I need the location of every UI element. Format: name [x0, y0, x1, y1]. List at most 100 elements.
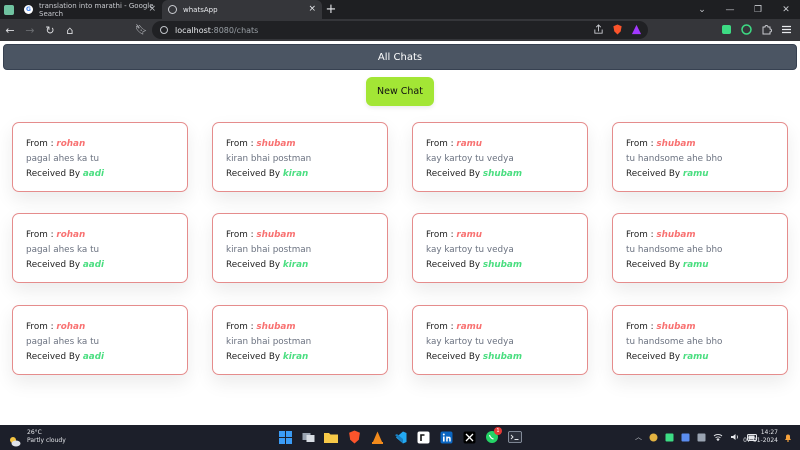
puzzle-icon[interactable] [761, 24, 772, 35]
weather-temperature: 26°C [27, 429, 42, 436]
minimize-icon[interactable]: — [716, 0, 744, 19]
windows-start-button[interactable] [277, 429, 293, 445]
chat-message: kiran bhai postman [226, 336, 312, 347]
volume-icon[interactable] [730, 433, 740, 441]
back-button[interactable]: ← [0, 19, 20, 41]
forward-button[interactable]: → [20, 19, 40, 41]
system-tray: ︿ [635, 432, 758, 442]
chevron-up-icon[interactable]: ︿ [635, 432, 642, 442]
all-chats-header: All Chats [3, 44, 797, 70]
sender-name: rohan [56, 321, 86, 332]
taskbar-whatsapp[interactable]: 1 [484, 427, 502, 445]
reload-button[interactable]: ↻ [40, 19, 60, 41]
extension-1-icon[interactable] [721, 24, 732, 35]
chat-card[interactable]: From : ramu kay kartoy tu vedya Received B… [412, 122, 588, 192]
terminal-icon [508, 431, 522, 443]
maximize-icon[interactable]: ❐ [744, 0, 772, 19]
sender-name: rohan [56, 139, 86, 149]
brave-rewards-icon[interactable] [631, 24, 642, 35]
arrow-left-icon: ← [5, 23, 15, 37]
tab-whatsapp[interactable]: whatsApp × [162, 0, 322, 19]
wifi-icon[interactable] [713, 433, 723, 441]
bookmark-button[interactable]: 🔖︎ [132, 25, 150, 36]
url-path: :8080/chats [210, 25, 259, 35]
clock-time: 14:27 [760, 429, 778, 436]
receiver-name: shubam [482, 351, 523, 362]
from-label: From : [626, 139, 657, 149]
chat-message: tu handsome ahe bho [626, 336, 723, 347]
tray-app-3-icon[interactable] [681, 433, 690, 442]
received-by-label: Received By [626, 351, 683, 362]
site-info-icon[interactable] [160, 26, 168, 34]
tab-google-search[interactable]: G translation into marathi - Google Sear… [18, 0, 162, 19]
receiver-name: ramu [682, 169, 709, 179]
home-button[interactable]: ⌂ [60, 19, 80, 41]
home-icon: ⌂ [66, 23, 74, 37]
taskbar-vscode[interactable] [392, 429, 408, 445]
chat-card[interactable]: From : shubam tu handsome ahe bho Received… [612, 213, 788, 284]
taskbar-vlc[interactable] [369, 429, 385, 445]
notification-bell-icon[interactable] [784, 433, 792, 442]
chat-card[interactable]: From : shubam kiran bhai postman Received … [212, 304, 388, 375]
taskbar-x[interactable] [461, 429, 477, 445]
new-tab-button[interactable]: + [322, 0, 340, 19]
close-window-icon[interactable]: ✕ [772, 0, 800, 19]
taskbar-brave[interactable] [346, 429, 362, 445]
globe-icon [168, 5, 177, 14]
chat-card[interactable]: From : ramu kay kartoy tu vedya Received B… [412, 304, 588, 375]
tray-app-2-icon[interactable] [665, 433, 674, 442]
extensions-area [721, 24, 792, 35]
taskbar-task-view[interactable] [300, 429, 316, 445]
chat-card[interactable]: From : rohan pagal ahes ka tu Received By … [12, 304, 188, 375]
received-by-label: Received By [26, 260, 83, 271]
hamburger-menu-icon[interactable] [781, 24, 792, 35]
sender-name: shubam [656, 139, 696, 149]
tab-close-icon[interactable]: × [148, 4, 156, 14]
chat-message: kay kartoy tu vedya [426, 336, 514, 347]
sender-name: shubam [256, 230, 296, 241]
windows-logo-icon [278, 430, 292, 444]
vscode-icon [394, 431, 406, 443]
taskbar-terminal[interactable] [507, 429, 523, 445]
from-label: From : [226, 321, 257, 332]
received-by-label: Received By [426, 351, 483, 362]
browser-toolbar: ← → ↻ ⌂ 🔖︎ localhost:8080/chats [0, 19, 800, 41]
new-chat-button[interactable]: New Chat [366, 77, 434, 106]
chat-card[interactable]: From : shubam tu handsome ahe bho Received… [612, 304, 788, 375]
taskbar-linkedin[interactable] [438, 429, 454, 445]
chat-from-line: From : ramu [426, 320, 587, 335]
sidebar-panel-button[interactable] [0, 0, 18, 19]
taskbar-file-explorer[interactable] [323, 429, 339, 445]
chat-card[interactable]: From : shubam kiran bhai postman Received … [212, 122, 388, 192]
chat-card[interactable]: From : ramu kay kartoy tu vedya Received B… [412, 213, 588, 284]
chat-from-line: From : shubam [626, 137, 787, 152]
received-by-label: Received By [226, 260, 283, 271]
tab-close-icon[interactable]: × [308, 4, 316, 14]
brave-shield-icon[interactable] [612, 24, 623, 35]
chat-message: kay kartoy tu vedya [426, 245, 514, 256]
chat-card[interactable]: From : shubam kiran bhai postman Received … [212, 213, 388, 284]
chat-message: tu handsome ahe bho [626, 245, 723, 256]
address-bar[interactable]: localhost:8080/chats [152, 21, 648, 39]
chat-message: pagal ahes ka tu [26, 245, 100, 256]
taskbar-app-r[interactable] [415, 429, 431, 445]
bookmark-icon: 🔖︎ [134, 24, 148, 36]
extension-2-icon[interactable] [741, 24, 752, 35]
chat-card[interactable]: From : shubam tu handsome ahe bho Received… [612, 122, 788, 192]
sidebar-panel-icon [4, 4, 14, 15]
tray-app-1-icon[interactable] [649, 433, 658, 442]
share-icon[interactable] [593, 24, 604, 35]
chat-card[interactable]: From : rohan pagal ahes ka tu Received By … [12, 122, 188, 192]
receiver-name: aadi [82, 169, 105, 179]
brave-browser-icon [348, 430, 360, 444]
tab-search-icon[interactable]: ⌄ [688, 0, 716, 19]
chat-received-line: Received By shubam [426, 167, 587, 182]
chat-received-line: Received By ramu [626, 167, 787, 182]
sender-name: ramu [456, 230, 483, 241]
from-label: From : [226, 230, 257, 241]
tab-title: translation into marathi - Google Search [39, 1, 154, 18]
system-clock[interactable]: 14:27 07-01-2024 [743, 429, 778, 445]
weather-widget[interactable]: 26°C Partly cloudy [8, 429, 66, 446]
chat-card[interactable]: From : rohan pagal ahes ka tu Received By … [12, 213, 188, 284]
tray-app-4-icon[interactable] [697, 433, 706, 442]
